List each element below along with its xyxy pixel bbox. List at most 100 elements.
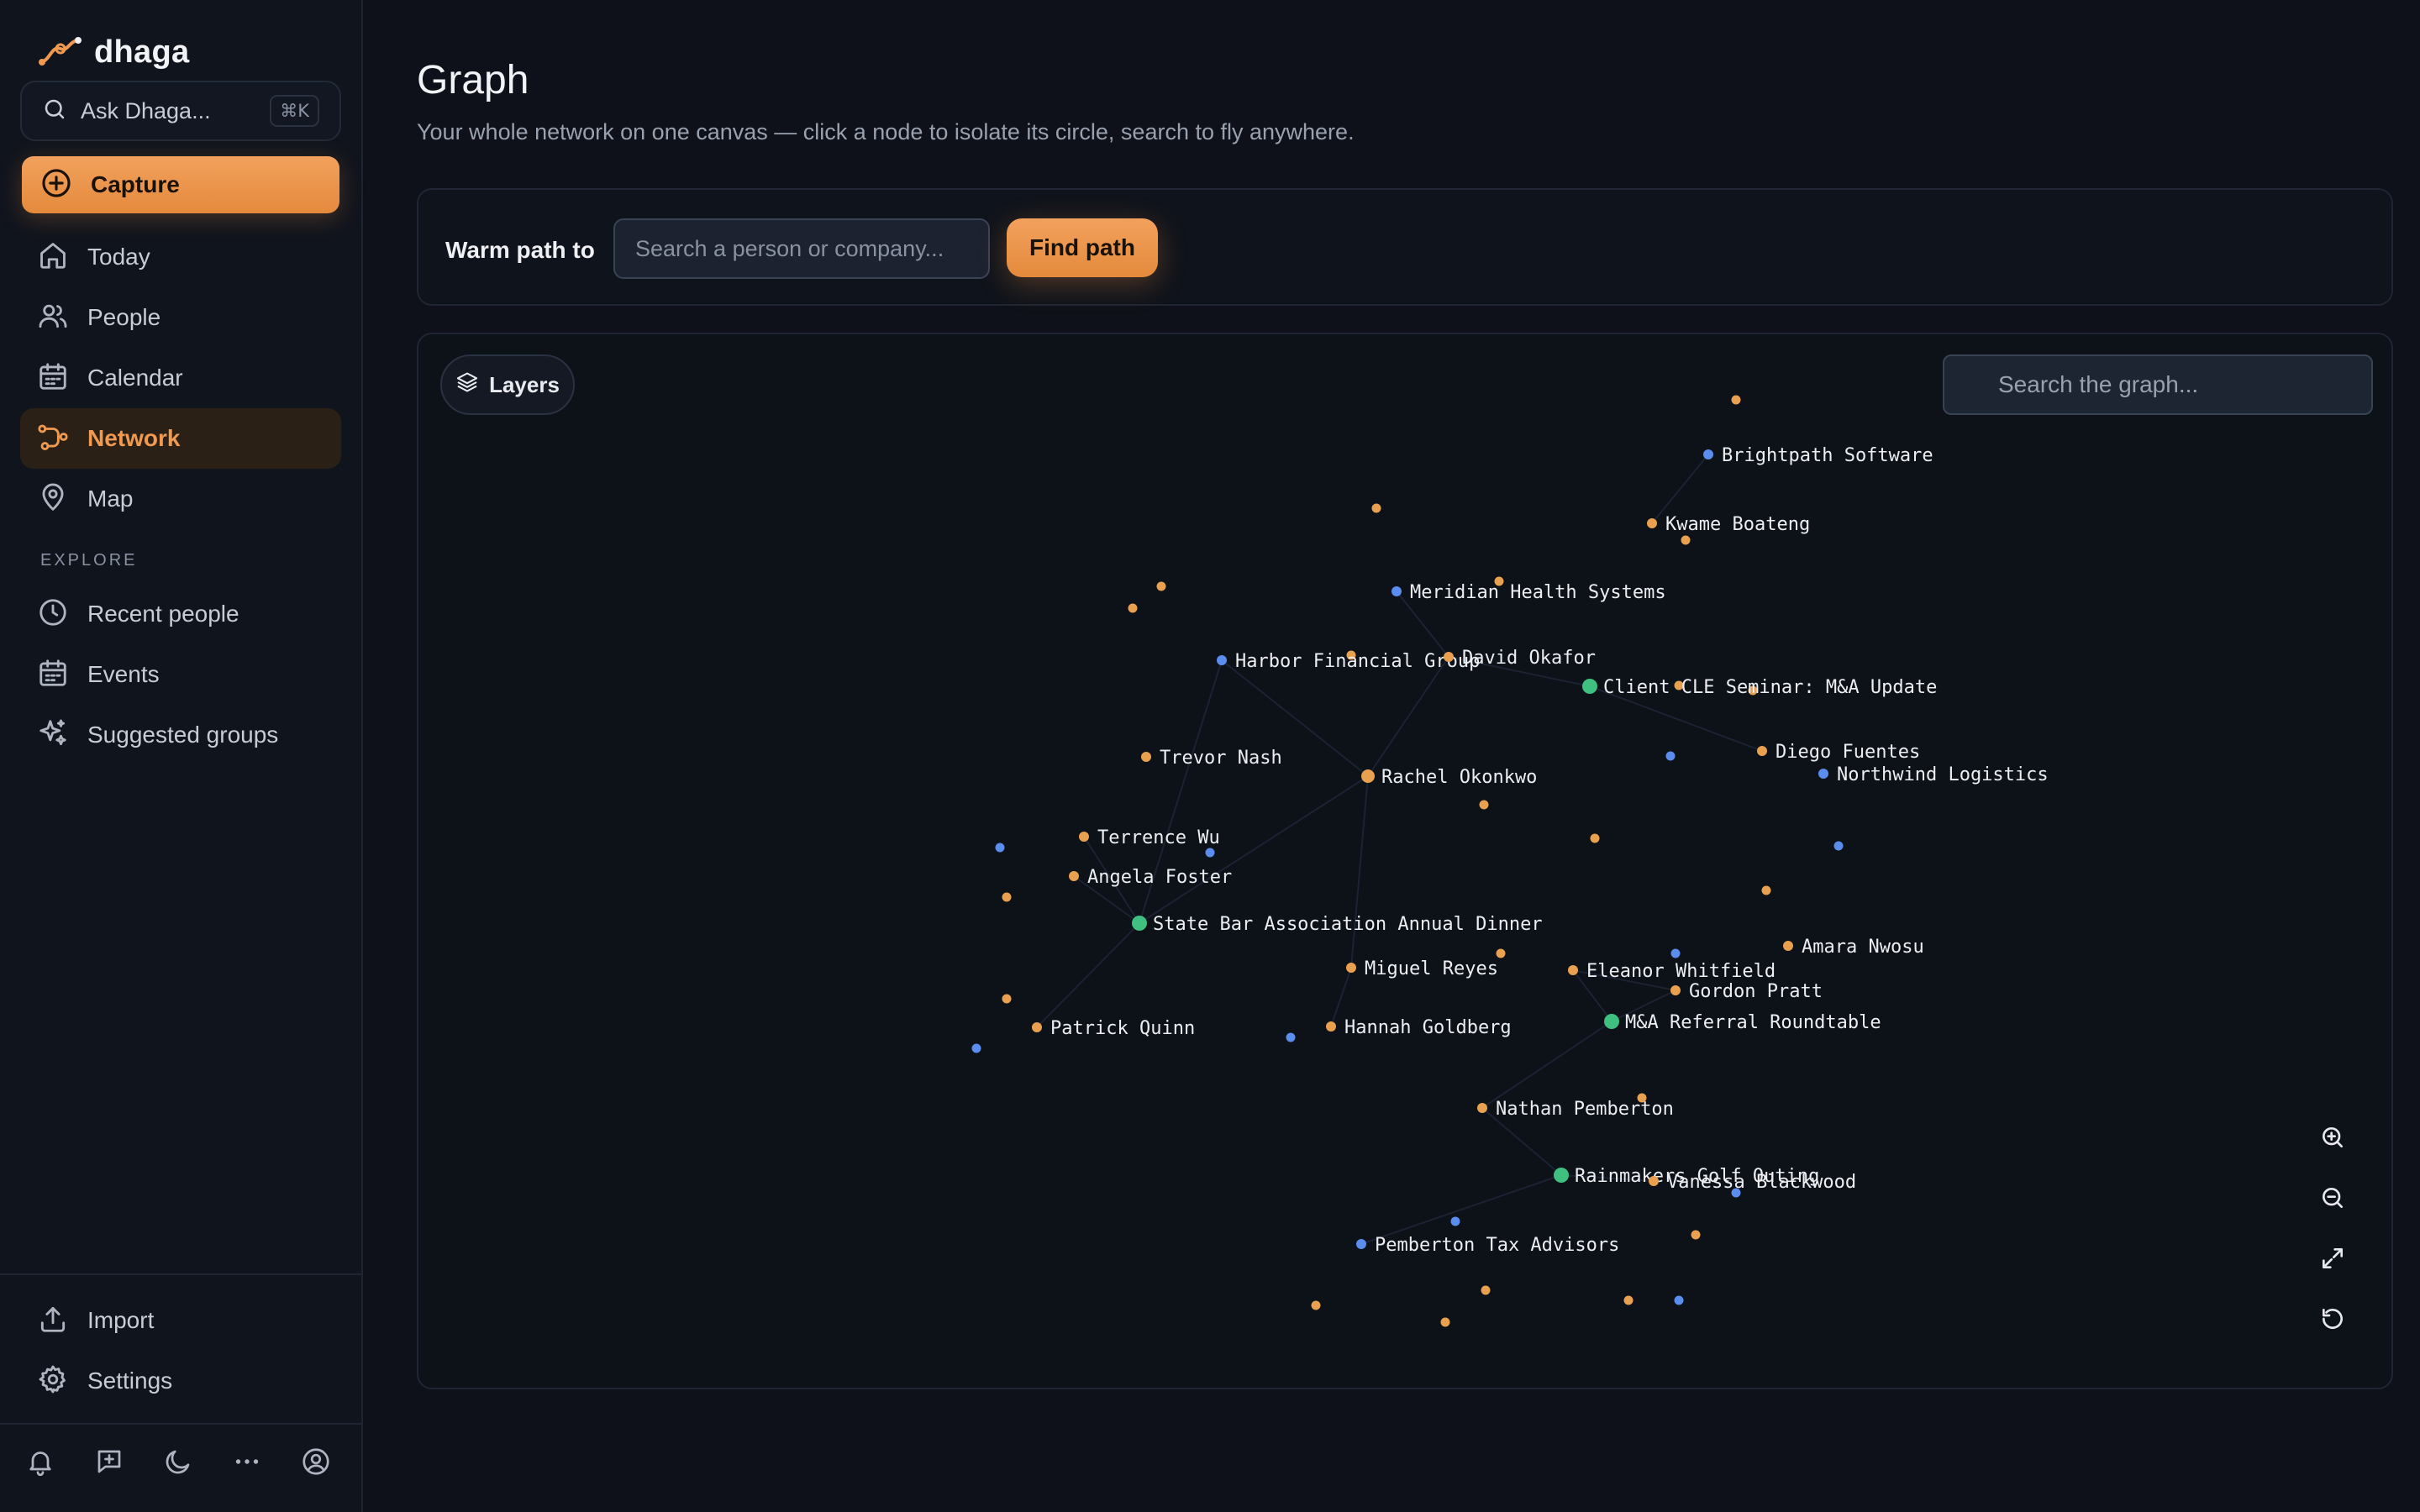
graph-node-dot[interactable] [1554,1168,1569,1183]
graph-node-dot[interactable] [1002,892,1012,902]
graph-node[interactable]: Nathan Pemberton [1477,1099,1674,1120]
graph-search-input[interactable] [1943,354,2373,415]
graph-node-label[interactable]: David Okafor [1462,648,1596,669]
reset-view-button[interactable] [2306,1294,2360,1347]
graph-node-label[interactable]: Angela Foster [1087,867,1232,888]
graph-node-dot[interactable] [1444,652,1454,662]
nav-item-events[interactable]: Events [20,644,341,705]
graph-node[interactable]: Gordon Pratt [1670,981,1823,1002]
capture-button[interactable]: Capture [22,156,339,213]
graph-node-label[interactable]: Miguel Reyes [1365,958,1498,979]
graph-node-dot[interactable] [1481,1285,1491,1295]
more-icon[interactable] [232,1446,262,1477]
graph-node-dot[interactable] [1356,1239,1366,1249]
graph-node[interactable]: Vanessa Blackwood [1649,1172,1856,1193]
graph-node[interactable]: Northwind Logistics [1818,764,2049,785]
find-path-button[interactable]: Find path [1007,218,1158,277]
graph-node-label[interactable]: Terrence Wu [1097,827,1220,848]
graph-node-dot[interactable] [1346,963,1356,973]
graph-node-label[interactable]: Diego Fuentes [1776,742,1920,763]
graph-node-dot[interactable] [1818,769,1828,779]
graph-node-dot[interactable] [1132,916,1147,931]
graph-node-dot[interactable] [1757,746,1767,756]
graph-node[interactable]: M&A Referral Roundtable [1604,1012,1881,1033]
graph-node[interactable]: David Okafor [1444,648,1596,669]
graph-node-label[interactable]: Meridian Health Systems [1410,582,1666,603]
graph-node-dot[interactable] [1326,1021,1336,1032]
ask-dhaga-search[interactable]: Ask Dhaga... ⌘K [20,81,341,141]
nav-item-settings[interactable]: Settings [20,1351,341,1411]
graph-node[interactable]: Miguel Reyes [1346,958,1498,979]
graph-node-dot[interactable] [995,843,1005,853]
graph-node-dot[interactable] [1371,503,1381,513]
nav-item-recent-people[interactable]: Recent people [20,584,341,644]
graph-node-dot[interactable] [1205,848,1215,858]
zoom-out-button[interactable] [2306,1173,2360,1226]
nav-item-map[interactable]: Map [20,469,341,529]
graph-node[interactable]: Patrick Quinn [1032,1018,1195,1039]
graph-node-label[interactable]: Kwame Boateng [1665,514,1810,535]
graph-node[interactable]: Eleanor Whitfield [1568,961,1776,982]
graph-node-dot[interactable] [1479,800,1489,810]
graph-node-dot[interactable] [1477,1103,1487,1113]
graph-node-dot[interactable] [1496,948,1506,958]
graph-node-label[interactable]: State Bar Association Annual Dinner [1153,914,1543,935]
graph-node-label[interactable]: Rachel Okonkwo [1381,767,1537,788]
brand[interactable]: dhaga [39,34,189,71]
nav-item-people[interactable]: People [20,287,341,348]
fit-screen-button[interactable] [2306,1233,2360,1287]
graph-node-dot[interactable] [1032,1022,1042,1032]
graph-node[interactable]: State Bar Association Annual Dinner [1132,914,1543,935]
graph-node-dot[interactable] [1440,1317,1450,1327]
user-circle-icon[interactable] [301,1446,331,1477]
graph-node-dot[interactable] [1783,941,1793,951]
graph-node-label[interactable]: Brightpath Software [1722,445,1933,466]
graph-node-label[interactable]: Eleanor Whitfield [1586,961,1776,982]
graph-node-dot[interactable] [1568,965,1578,975]
graph-node[interactable]: Angela Foster [1069,867,1232,888]
warm-path-input[interactable] [613,218,990,279]
nav-item-calendar[interactable]: Calendar [20,348,341,408]
graph-node-label[interactable]: Pemberton Tax Advisors [1375,1235,1619,1256]
graph-canvas[interactable]: Brightpath Software Kwame Boateng Meridian… [417,333,2393,1389]
graph-node-dot[interactable] [1311,1300,1321,1310]
graph-node-label[interactable]: Northwind Logistics [1837,764,2049,785]
layers-button[interactable]: Layers [440,354,575,415]
graph-node-dot[interactable] [1703,449,1713,459]
graph-node-dot[interactable] [971,1043,981,1053]
graph-node-dot[interactable] [1392,586,1402,596]
graph-node-dot[interactable] [1761,885,1771,895]
graph-node-dot[interactable] [1141,752,1151,762]
bell-icon[interactable] [25,1446,55,1477]
graph-node[interactable]: Hannah Goldberg [1326,1017,1512,1038]
graph-node-dot[interactable] [1674,1295,1684,1305]
nav-item-import[interactable]: Import [20,1290,341,1351]
nav-item-suggested-groups[interactable]: Suggested groups [20,705,341,765]
graph-node-dot[interactable] [1665,751,1676,761]
graph-node-dot[interactable] [1450,1216,1460,1226]
graph-node-dot[interactable] [1156,581,1166,591]
graph-node[interactable]: Pemberton Tax Advisors [1356,1235,1619,1256]
graph-node-dot[interactable] [1217,655,1227,665]
graph-node-dot[interactable] [1361,769,1375,783]
graph-node-dot[interactable] [1731,395,1741,405]
graph-node[interactable]: Brightpath Software [1703,445,1933,466]
zoom-in-button[interactable] [2306,1112,2360,1166]
graph-node-dot[interactable] [1670,948,1681,958]
graph-node-dot[interactable] [1833,841,1844,851]
graph-node-label[interactable]: Trevor Nash [1160,748,1282,769]
graph-node[interactable]: Trevor Nash [1141,748,1282,769]
graph-node-label[interactable]: Patrick Quinn [1050,1018,1195,1039]
nav-item-network[interactable]: Network [20,408,341,469]
nav-item-today[interactable]: Today [20,227,341,287]
graph-node-dot[interactable] [1002,994,1012,1004]
graph-node-dot[interactable] [1069,871,1079,881]
graph-node-label[interactable]: Harbor Financial Group [1235,651,1480,672]
graph-node[interactable]: Diego Fuentes [1757,742,1920,763]
graph-node[interactable]: Client CLE Seminar: M&A Update [1582,677,1937,698]
graph-node-dot[interactable] [1681,535,1691,545]
graph-node-label[interactable]: Amara Nwosu [1802,937,1924,958]
graph-node-dot[interactable] [1670,985,1681,995]
graph-node[interactable]: Kwame Boateng [1647,514,1810,535]
graph-node[interactable]: Terrence Wu [1079,827,1220,848]
